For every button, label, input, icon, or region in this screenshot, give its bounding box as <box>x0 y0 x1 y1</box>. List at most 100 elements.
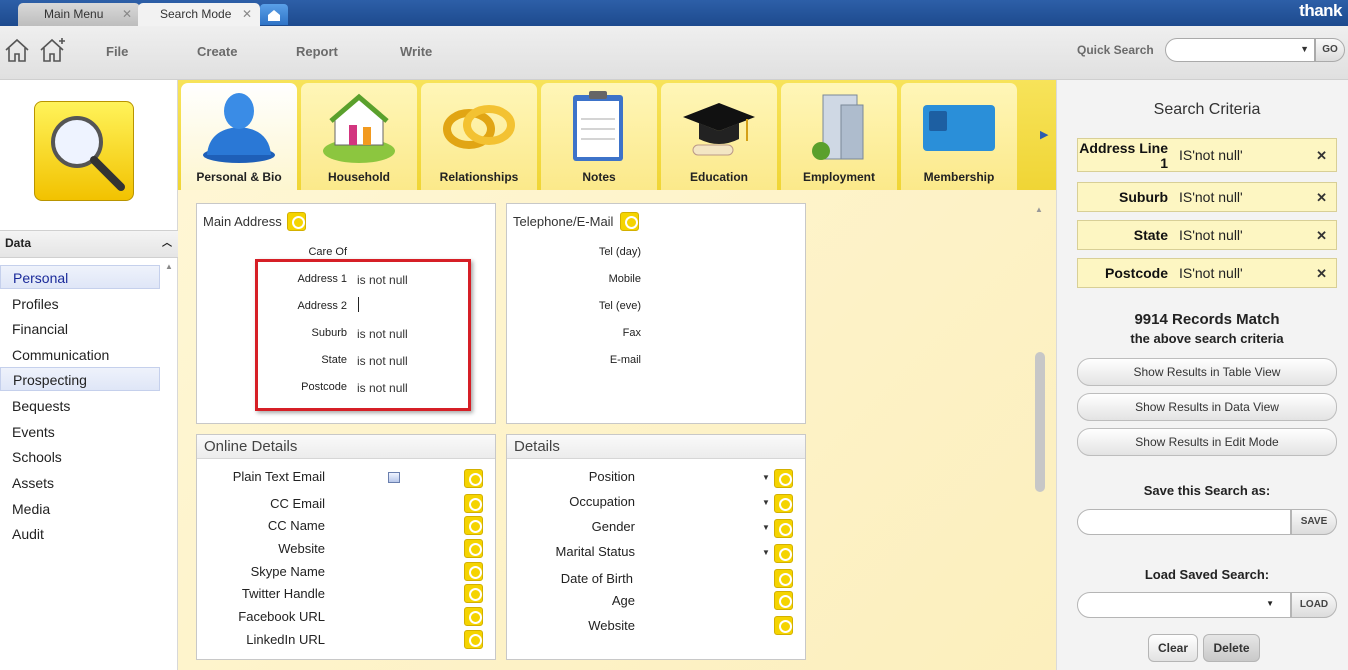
tab-membership[interactable]: Membership <box>901 83 1017 190</box>
close-icon[interactable]: ✕ <box>242 3 252 25</box>
sidebar-item-schools[interactable]: Schools <box>0 445 160 469</box>
plain-text-email-checkbox[interactable] <box>388 472 400 483</box>
load-search-select[interactable]: ▼ <box>1077 592 1291 618</box>
remove-criteria-icon[interactable]: ✕ <box>1316 228 1327 244</box>
search-icon[interactable] <box>774 591 793 610</box>
save-button[interactable]: SAVE <box>1291 509 1337 535</box>
tab-personal-bio[interactable]: Personal & Bio <box>181 83 297 190</box>
search-icon[interactable] <box>774 616 793 635</box>
search-icon[interactable] <box>774 569 793 588</box>
search-criteria-title: Search Criteria <box>1153 101 1261 118</box>
office-building-icon <box>812 94 864 160</box>
sidebar-item-personal[interactable]: Personal <box>0 265 160 289</box>
online-details-panel: Online Details Plain Text Email CC Email… <box>196 434 496 660</box>
menu-create[interactable]: Create <box>197 44 237 59</box>
new-tab-home-icon[interactable] <box>260 4 288 25</box>
sidebar-item-media[interactable]: Media <box>0 497 160 521</box>
tab-notes-label: Notes <box>582 170 616 184</box>
menu-file[interactable]: File <box>106 44 128 59</box>
chevron-down-icon[interactable]: ▼ <box>762 523 770 532</box>
chevron-down-icon[interactable]: ▼ <box>1300 44 1309 54</box>
search-icon[interactable] <box>464 494 483 513</box>
show-table-view-button[interactable]: Show Results in Table View <box>1077 358 1337 386</box>
scrollbar-thumb[interactable] <box>1035 352 1045 492</box>
online-details-title: Online Details <box>197 435 495 459</box>
scroll-right-icon[interactable]: ▶ <box>1040 128 1048 141</box>
search-icon[interactable] <box>620 212 639 231</box>
sidebar-item-bequests[interactable]: Bequests <box>0 394 160 418</box>
menu-report[interactable]: Report <box>296 44 338 59</box>
show-edit-mode-button[interactable]: Show Results in Edit Mode <box>1077 428 1337 456</box>
search-icon[interactable] <box>464 607 483 626</box>
sidebar-item-profiles[interactable]: Profiles <box>0 292 160 316</box>
tab-relationships[interactable]: Relationships <box>421 83 537 190</box>
brand-logo: thank <box>1299 1 1342 20</box>
search-icon[interactable] <box>774 544 793 563</box>
tab-search-mode[interactable]: Search Mode ✕ <box>138 3 260 26</box>
telephone-title: Telephone/E-Mail <box>513 214 614 229</box>
search-icon[interactable] <box>464 469 483 488</box>
scroll-up-icon[interactable]: ▲ <box>165 262 175 272</box>
chevron-down-icon[interactable]: ▼ <box>1266 599 1274 608</box>
remove-criteria-icon[interactable]: ✕ <box>1316 266 1327 282</box>
sidebar-item-audit[interactable]: Audit <box>0 522 160 546</box>
gender-label: Gender <box>591 519 635 534</box>
sidebar-item-prospecting[interactable]: Prospecting <box>0 367 160 391</box>
scroll-up-icon[interactable]: ▲ <box>1035 205 1043 214</box>
tab-main-menu[interactable]: Main Menu ✕ <box>18 3 140 26</box>
telephone-email-panel: Telephone/E-Mail Tel (day) Mobile Tel (e… <box>506 203 806 424</box>
tab-employment-label: Employment <box>802 170 875 184</box>
household-icon <box>323 93 395 163</box>
clear-button[interactable]: Clear <box>1148 634 1198 662</box>
search-icon[interactable] <box>464 516 483 535</box>
chevron-up-icon[interactable]: ︿ <box>162 231 172 256</box>
form-scrollbar[interactable]: ▲ <box>1035 205 1045 670</box>
text-cursor <box>358 297 359 312</box>
show-data-view-button[interactable]: Show Results in Data View <box>1077 393 1337 421</box>
load-button[interactable]: LOAD <box>1291 592 1337 618</box>
menu-write[interactable]: Write <box>400 44 432 59</box>
home-icon[interactable] <box>3 36 31 64</box>
criteria-field-line1: Address Line <box>1079 140 1168 156</box>
search-icon[interactable] <box>774 519 793 538</box>
load-search-label: Load Saved Search: <box>1144 567 1270 582</box>
quick-search-input[interactable]: ▼ <box>1165 38 1315 62</box>
search-icon[interactable] <box>774 494 793 513</box>
data-header-label: Data <box>5 236 32 250</box>
add-home-icon[interactable] <box>38 36 66 64</box>
tab-education[interactable]: Education <box>661 83 777 190</box>
tab-notes[interactable]: Notes <box>541 83 657 190</box>
search-icon[interactable] <box>774 469 793 488</box>
chevron-down-icon[interactable]: ▼ <box>762 473 770 482</box>
sidebar-item-assets[interactable]: Assets <box>0 471 160 495</box>
quick-search-go-button[interactable]: GO <box>1315 38 1345 62</box>
search-mode-tile[interactable] <box>34 101 134 201</box>
criteria-value: IS'not null' <box>1179 147 1243 163</box>
sidebar-item-financial[interactable]: Financial <box>0 317 160 341</box>
chevron-down-icon[interactable]: ▼ <box>762 548 770 557</box>
close-icon[interactable]: ✕ <box>122 3 132 25</box>
left-sidebar: Data ︿ ▲ Personal Profiles Financial Com… <box>0 80 178 670</box>
criteria-state: State IS'not null' ✕ <box>1077 220 1337 250</box>
save-search-input[interactable] <box>1077 509 1291 535</box>
search-icon[interactable] <box>287 212 306 231</box>
tab-employment[interactable]: Employment <box>781 83 897 190</box>
criteria-field: Postcode <box>1104 265 1168 281</box>
tab-personal-bio-label: Personal & Bio <box>196 170 282 184</box>
search-icon[interactable] <box>464 584 483 603</box>
data-section-header[interactable]: Data ︿ <box>0 230 178 258</box>
fax-label: Fax <box>622 327 641 339</box>
sidebar-item-communication[interactable]: Communication <box>0 343 160 367</box>
sidebar-item-events[interactable]: Events <box>0 420 160 444</box>
search-icon[interactable] <box>464 630 483 649</box>
delete-button[interactable]: Delete <box>1203 634 1260 662</box>
tab-household[interactable]: Household <box>301 83 417 190</box>
search-icon[interactable] <box>464 562 483 581</box>
mobile-label: Mobile <box>608 273 641 285</box>
remove-criteria-icon[interactable]: ✕ <box>1316 190 1327 206</box>
remove-criteria-icon[interactable]: ✕ <box>1316 148 1327 164</box>
search-icon[interactable] <box>464 539 483 558</box>
tab-education-label: Education <box>689 170 748 184</box>
criteria-value: IS'not null' <box>1179 265 1243 281</box>
chevron-down-icon[interactable]: ▼ <box>762 498 770 507</box>
